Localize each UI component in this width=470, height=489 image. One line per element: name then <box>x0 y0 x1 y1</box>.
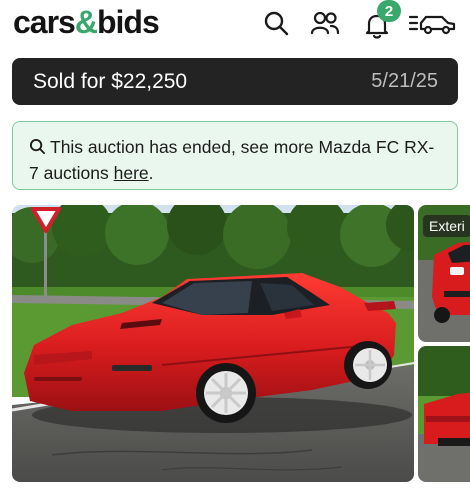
notice-body: This auction has ended, see more Mazda F… <box>29 137 435 183</box>
exterior-thumbnail-label: Exteri <box>423 215 470 237</box>
cars-and-bids-logo[interactable]: cars&bids <box>13 4 160 41</box>
rear-thumbnail[interactable] <box>418 346 470 482</box>
notice-period: . <box>148 163 154 183</box>
car-photo-image <box>12 205 414 482</box>
sold-price-label: Sold for $22,250 <box>33 69 188 93</box>
search-icon[interactable] <box>261 8 291 38</box>
logo-word-bids: bids <box>96 4 160 40</box>
exterior-thumbnail[interactable]: Exteri <box>418 205 470 342</box>
notification-badge: 2 <box>377 0 401 22</box>
auction-ended-notice: This auction has ended, see more Mazda F… <box>12 121 458 190</box>
notice-text: This auction has ended, see more Mazda F… <box>29 134 441 186</box>
garage-menu-icon[interactable] <box>408 8 456 38</box>
logo-ampersand: & <box>74 4 98 40</box>
main-car-photo[interactable] <box>12 205 414 482</box>
sold-price-bar: Sold for $22,250 5/21/25 <box>12 58 458 105</box>
more-auctions-link[interactable]: here <box>114 163 149 183</box>
rear-thumbnail-image <box>418 346 470 482</box>
top-header: cars&bids 2 <box>0 0 470 50</box>
search-icon <box>29 138 46 155</box>
logo-word-cars: cars <box>13 4 76 40</box>
users-icon[interactable] <box>310 8 340 38</box>
sold-date: 5/21/25 <box>371 70 438 92</box>
